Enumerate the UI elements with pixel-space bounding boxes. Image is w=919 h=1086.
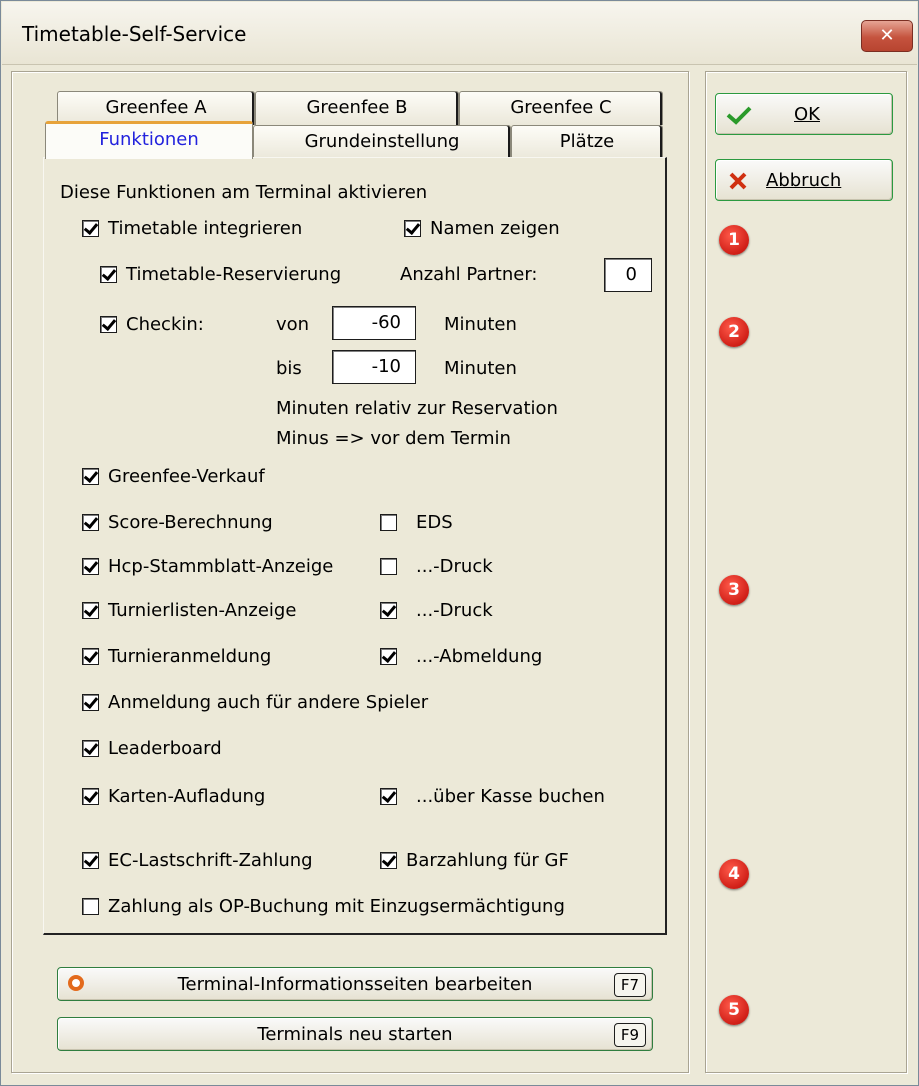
checkin-from-label: von: [276, 314, 310, 335]
timetable-integrate-checkbox[interactable]: [82, 220, 99, 237]
hcp-display-label: Hcp-Stammblatt-Anzeige: [108, 556, 334, 577]
badge-1: 1: [719, 225, 749, 255]
tab-label: Greenfee B: [306, 97, 408, 118]
timetable-reservation-label: Timetable-Reservierung: [126, 264, 342, 285]
partner-count-label: Anzahl Partner:: [400, 264, 538, 285]
tournament-print-checkbox[interactable]: [380, 602, 397, 619]
signup-others-label: Anmeldung auch für andere Spieler: [108, 692, 429, 713]
checkin-to-field[interactable]: -10: [332, 350, 416, 384]
badge-3: 3: [719, 575, 749, 605]
eds-label: EDS: [416, 512, 453, 533]
functions-panel: Diese Funktionen am Terminal aktivieren …: [43, 157, 667, 935]
f7-key-badge: F7: [614, 973, 646, 997]
tournament-lists-label: Turnierlisten-Anzeige: [108, 600, 297, 621]
edit-info-pages-button[interactable]: Terminal-Informationsseiten bearbeiten F…: [57, 967, 653, 1001]
via-cash-label: ...über Kasse buchen: [416, 786, 605, 807]
checkin-to-label: bis: [276, 358, 302, 379]
show-names-checkbox[interactable]: [404, 220, 421, 237]
leaderboard-checkbox[interactable]: [82, 740, 99, 757]
show-names-label: Namen zeigen: [430, 218, 560, 239]
greenfee-sale-label: Greenfee-Verkauf: [108, 466, 265, 487]
signup-others-checkbox[interactable]: [82, 694, 99, 711]
tournament-signoff-label: ...-Abmeldung: [416, 646, 543, 667]
restart-terminals-button[interactable]: Terminals neu starten F9: [57, 1017, 653, 1051]
tab-grundeinstellung[interactable]: Grundeinstellung: [253, 125, 511, 159]
edit-info-pages-label: Terminal-Informationsseiten bearbeiten: [177, 974, 533, 995]
dialog-window: Timetable-Self-Service ✕ Greenfee A Gree…: [0, 0, 919, 1086]
checkin-checkbox[interactable]: [100, 316, 117, 333]
checkin-from-unit: Minuten: [444, 314, 517, 335]
card-topup-checkbox[interactable]: [82, 788, 99, 805]
hcp-display-checkbox[interactable]: [82, 558, 99, 575]
cancel-label: Abbruch: [766, 170, 842, 191]
window-title: Timetable-Self-Service: [22, 22, 247, 46]
badge-2: 2: [719, 317, 749, 347]
cancel-button[interactable]: Abbruch: [715, 159, 893, 201]
op-booking-label: Zahlung als OP-Buchung mit Einzugsermäch…: [108, 896, 565, 917]
ok-button[interactable]: OK: [715, 93, 893, 135]
hcp-print-label: ...-Druck: [416, 556, 493, 577]
right-frame: [705, 71, 907, 1073]
ok-label: OK: [794, 104, 820, 125]
leaderboard-label: Leaderboard: [108, 738, 222, 759]
partner-count-field[interactable]: 0: [604, 258, 652, 292]
score-calc-label: Score-Berechnung: [108, 512, 273, 533]
checkin-note-2: Minus => vor dem Termin: [276, 428, 511, 449]
ec-debit-checkbox[interactable]: [82, 852, 99, 869]
close-icon: ✕: [879, 25, 895, 46]
badge-4: 4: [719, 859, 749, 889]
checkin-note-1: Minuten relativ zur Reservation: [276, 398, 558, 419]
panel-heading: Diese Funktionen am Terminal aktivieren: [60, 182, 428, 203]
greenfee-sale-checkbox[interactable]: [82, 468, 99, 485]
close-button[interactable]: ✕: [861, 20, 913, 52]
tab-plaetze[interactable]: Plätze: [511, 125, 663, 159]
f9-key-badge: F9: [614, 1023, 646, 1047]
checkmark-icon: [726, 106, 752, 125]
checkin-label: Checkin:: [126, 314, 204, 335]
card-topup-label: Karten-Aufladung: [108, 786, 266, 807]
tab-label: Funktionen: [99, 129, 199, 150]
score-calc-checkbox[interactable]: [82, 514, 99, 531]
tab-greenfee-b[interactable]: Greenfee B: [255, 91, 459, 125]
hcp-print-checkbox[interactable]: [380, 558, 397, 575]
title-bar[interactable]: Timetable-Self-Service ✕: [2, 2, 917, 65]
tab-label: Plätze: [559, 131, 615, 152]
restart-terminals-label: Terminals neu starten: [257, 1024, 453, 1045]
tournament-signoff-checkbox[interactable]: [380, 648, 397, 665]
tournament-print-label: ...-Druck: [416, 600, 493, 621]
tournament-signup-checkbox[interactable]: [82, 648, 99, 665]
timetable-reservation-checkbox[interactable]: [100, 266, 117, 283]
tab-label: Grundeinstellung: [304, 131, 460, 152]
cancel-x-icon: [729, 172, 747, 190]
ec-debit-label: EC-Lastschrift-Zahlung: [108, 850, 313, 871]
op-booking-checkbox[interactable]: [82, 898, 99, 915]
tab-label: Greenfee A: [105, 97, 207, 118]
tournament-lists-checkbox[interactable]: [82, 602, 99, 619]
tab-greenfee-c[interactable]: Greenfee C: [459, 91, 663, 125]
tournament-signup-label: Turnieranmeldung: [108, 646, 272, 667]
via-cash-checkbox[interactable]: [380, 788, 397, 805]
checkin-from-field[interactable]: -60: [332, 306, 416, 340]
checkin-to-unit: Minuten: [444, 358, 517, 379]
cash-gf-label: Barzahlung für GF: [406, 850, 569, 871]
cash-gf-checkbox[interactable]: [380, 852, 397, 869]
tab-label: Greenfee C: [510, 97, 612, 118]
tab-funktionen[interactable]: Funktionen: [45, 121, 253, 159]
timetable-integrate-label: Timetable integrieren: [108, 218, 303, 239]
badge-5: 5: [719, 995, 749, 1025]
tab-greenfee-a[interactable]: Greenfee A: [57, 91, 255, 125]
eds-checkbox[interactable]: [380, 514, 397, 531]
